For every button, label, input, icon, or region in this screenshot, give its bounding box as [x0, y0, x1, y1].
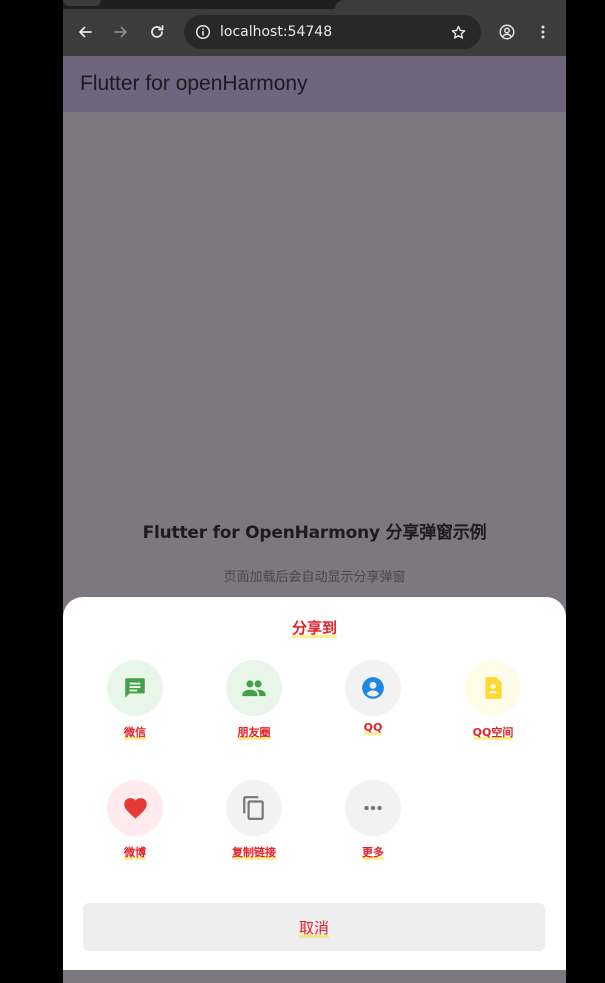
more-vert-icon — [541, 25, 545, 39]
cancel-button[interactable]: 取消 — [83, 903, 545, 951]
heart-icon — [123, 797, 147, 819]
share-item-label: 朋友圈 — [209, 724, 299, 740]
cancel-button-label-text: 取消 — [298, 919, 329, 938]
share-item-qq[interactable]: QQ — [328, 660, 418, 750]
app-bar: Flutter for openHarmony — [63, 56, 566, 112]
share-item-label-text: 朋友圈 — [237, 726, 271, 740]
share-item-label: 微信 — [90, 724, 180, 740]
share-item-label-text: 微信 — [124, 726, 146, 740]
page-heading: Flutter for OpenHarmony 分享弹窗示例 — [142, 523, 487, 543]
menu-button[interactable] — [530, 19, 556, 45]
bookmark-button[interactable] — [445, 19, 471, 45]
reload-button[interactable] — [144, 19, 170, 45]
scrim-bottom — [63, 970, 566, 983]
tab-strip — [63, 0, 566, 9]
browser-window: localhost:54748 Flutter for openHarmony … — [63, 0, 566, 983]
share-item-label-text: 更多 — [362, 846, 384, 860]
share-item-circle — [226, 660, 282, 716]
share-item-circle — [107, 780, 163, 836]
share-item-label-text: QQ — [363, 721, 383, 735]
url-text[interactable]: localhost:54748 — [220, 15, 332, 49]
arrow-left-icon — [79, 26, 92, 38]
browser-toolbar: localhost:54748 — [63, 9, 566, 56]
address-bar[interactable]: localhost:54748 — [184, 15, 481, 49]
cancel-button-label: 取消 — [83, 903, 545, 951]
share-item-circle — [345, 780, 401, 836]
share-item-circle — [465, 660, 521, 716]
tab-active[interactable] — [335, 0, 566, 9]
share-item-label-text: 微博 — [124, 846, 146, 860]
share-item-label: QQ — [328, 721, 418, 735]
share-item-qzone[interactable]: QQ空间 — [448, 660, 538, 750]
back-button[interactable] — [72, 19, 98, 45]
star-icon — [451, 25, 465, 39]
share-item-label: 更多 — [328, 844, 418, 860]
page-subheading: 页面加载后会自动显示分享弹窗 — [223, 570, 406, 585]
share-sheet-title: 分享到 — [63, 617, 566, 638]
share-item-moments[interactable]: 朋友圈 — [209, 660, 299, 750]
info-icon — [195, 24, 211, 40]
tab-previous[interactable] — [63, 0, 101, 6]
share-item-label: QQ空间 — [448, 724, 538, 740]
share-item-more[interactable]: 更多 — [328, 780, 418, 870]
share-item-copy-link[interactable]: 复制链接 — [209, 780, 299, 870]
share-item-wechat[interactable]: 微信 — [90, 660, 180, 750]
share-item-label-text: QQ空间 — [472, 726, 514, 740]
more-horiz-icon — [364, 805, 382, 811]
share-item-label-text: 复制链接 — [232, 846, 276, 860]
arrow-right-icon — [114, 26, 127, 38]
forward-button[interactable] — [108, 19, 134, 45]
chat-icon — [125, 678, 145, 698]
profile-button[interactable] — [494, 19, 520, 45]
copy-icon — [243, 796, 264, 820]
app-title: Flutter for openHarmony — [80, 72, 308, 95]
site-info-button[interactable] — [190, 19, 216, 45]
account-circle-icon — [362, 677, 384, 699]
share-sheet-title-text: 分享到 — [291, 619, 337, 638]
share-item-circle — [226, 780, 282, 836]
account-icon — [499, 24, 515, 40]
share-item-label: 微博 — [90, 844, 180, 860]
reload-icon — [151, 25, 164, 38]
people-icon — [242, 680, 266, 697]
share-item-weibo[interactable]: 微博 — [90, 780, 180, 870]
share-item-circle — [107, 660, 163, 716]
share-item-circle — [345, 660, 401, 716]
share-item-label: 复制链接 — [209, 844, 299, 860]
contact-page-icon — [485, 677, 502, 699]
share-bottom-sheet: 分享到 微信 朋友圈 QQ QQ空间 微博 复制链接 更多 取消 — [63, 597, 566, 970]
